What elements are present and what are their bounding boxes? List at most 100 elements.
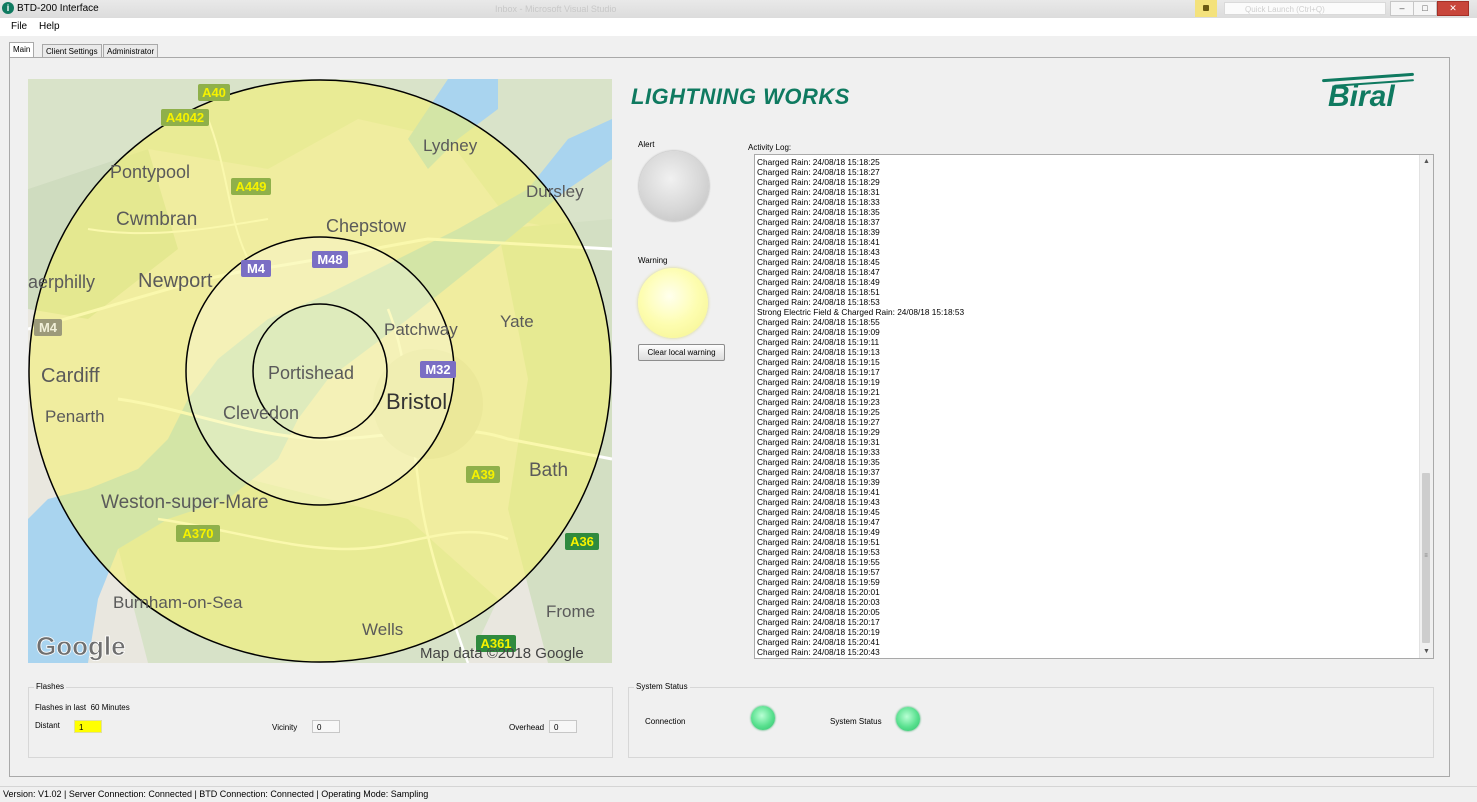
activity-log-line: Charged Rain: 24/08/18 15:19:25 [757,407,880,417]
activity-log-line: Charged Rain: 24/08/18 15:19:11 [757,337,880,347]
map-label-pontypool: Pontypool [110,162,190,182]
connection-indicator [751,706,775,730]
activity-log-line: Charged Rain: 24/08/18 15:19:43 [757,497,880,507]
window-title: BTD-200 Interface [17,3,99,14]
tab-administrator[interactable]: Administrator [103,44,159,58]
biral-logo: Biral [1318,72,1418,116]
flashes-period-label: Flashes in last 60 Minutes [35,703,130,712]
activity-log-line: Charged Rain: 24/08/18 15:19:47 [757,517,880,527]
map-label-m48: M48 [317,252,342,267]
map-label-a370: A370 [182,526,213,541]
map-label-patchway: Patchway [384,320,458,339]
clear-local-warning-button[interactable]: Clear local warning [638,344,725,361]
activity-log-line: Charged Rain: 24/08/18 15:18:47 [757,267,880,277]
activity-log-line: Charged Rain: 24/08/18 15:19:15 [757,357,880,367]
vicinity-label: Vicinity [272,723,298,732]
alert-label: Alert [638,140,655,149]
quick-launch-input[interactable]: Quick Launch (Ctrl+Q) [1224,2,1386,15]
flashes-group-title: Flashes [34,682,67,691]
activity-log-scrollbar[interactable]: ▲ ≡ ▼ [1419,155,1433,658]
activity-log-line: Charged Rain: 24/08/18 15:19:13 [757,347,880,357]
activity-log-line: Charged Rain: 24/08/18 15:20:43 [757,647,880,657]
menu-help[interactable]: Help [39,21,60,32]
system-status-label: System Status [830,717,882,726]
map-label-a39: A39 [471,467,495,482]
activity-log-line: Charged Rain: 24/08/18 15:19:45 [757,507,880,517]
activity-log-line: Charged Rain: 24/08/18 15:18:39 [757,227,880,237]
map-label-a4042: A4042 [166,110,204,125]
activity-log-line: Charged Rain: 24/08/18 15:18:41 [757,237,880,247]
map-label-a449: A449 [235,179,266,194]
map-label-m32: M32 [425,362,450,377]
activity-log-line: Charged Rain: 24/08/18 15:19:49 [757,527,880,537]
activity-log-line: Charged Rain: 24/08/18 15:19:39 [757,477,880,487]
activity-log-line: Charged Rain: 24/08/18 15:20:01 [757,587,880,597]
activity-log-line: Charged Rain: 24/08/18 15:18:53 [757,297,880,307]
activity-log-line: Charged Rain: 24/08/18 15:20:41 [757,637,880,647]
system-status-group-title: System Status [634,682,690,691]
activity-log-line: Charged Rain: 24/08/18 15:18:33 [757,197,880,207]
warning-label: Warning [638,256,668,265]
map-label-clevedon: Clevedon [223,403,299,423]
alert-indicator [639,151,709,221]
scroll-down-icon[interactable]: ▼ [1420,645,1433,658]
maximize-button[interactable]: □ [1413,1,1437,16]
activity-log-line: Charged Rain: 24/08/18 15:20:03 [757,597,880,607]
tab-main[interactable]: Main [9,42,35,58]
map-label-burnham-on-sea: Burnham-on-Sea [113,593,243,612]
activity-log-label: Activity Log: [748,143,792,152]
activity-log-lines: Charged Rain: 24/08/18 15:18:25 Charged R… [757,157,1417,657]
activity-log-line: Charged Rain: 24/08/18 15:18:51 [757,287,880,297]
activity-log-line: Charged Rain: 24/08/18 15:19:19 [757,377,880,387]
tab-client-settings[interactable]: Client Settings [42,44,102,58]
activity-log-line: Charged Rain: 24/08/18 15:18:37 [757,217,880,227]
menu-bar: File Help [0,18,1477,36]
activity-log-line: Charged Rain: 24/08/18 15:18:45 [757,257,880,267]
google-logo: Google [36,631,126,661]
map-label-a40: A40 [202,85,226,100]
warning-indicator [638,268,708,338]
activity-log[interactable]: Charged Rain: 24/08/18 15:18:25 Charged R… [754,154,1434,659]
activity-log-line: Charged Rain: 24/08/18 15:20:17 [757,617,880,627]
lightning-map[interactable]: A40 A4042 A449 M4 M48 M4 M32 A39 A370 A3… [28,79,612,663]
activity-log-line: Charged Rain: 24/08/18 15:18:29 [757,177,880,187]
map-label-penarth: Penarth [45,407,105,426]
activity-log-line: Charged Rain: 24/08/18 15:19:09 [757,327,880,337]
map-label-m4: M4 [247,261,266,276]
activity-log-line: Charged Rain: 24/08/18 15:20:19 [757,627,880,637]
system-status-group: System Status [628,682,1434,758]
map-label-chepstow: Chepstow [326,216,407,236]
notification-flag-icon[interactable] [1195,0,1217,17]
activity-log-line: Charged Rain: 24/08/18 15:18:31 [757,187,880,197]
activity-log-line: Charged Rain: 24/08/18 15:19:41 [757,487,880,497]
map-label-frome: Frome [546,602,595,621]
map-label-yate: Yate [500,312,534,331]
close-button[interactable]: ✕ [1437,1,1469,16]
map-label-wells: Wells [362,620,403,639]
status-bar: Version: V1.02 | Server Connection: Conn… [0,786,1477,802]
flashes-period-value: 60 [90,703,100,712]
activity-log-line: Charged Rain: 24/08/18 15:20:05 [757,607,880,617]
activity-log-line: Charged Rain: 24/08/18 15:19:59 [757,577,880,587]
scroll-up-icon[interactable]: ▲ [1420,155,1433,168]
status-bar-text: Version: V1.02 | Server Connection: Conn… [3,789,429,799]
map-label-cwmbran: Cwmbran [116,209,197,230]
map-label-bristol: Bristol [386,389,447,414]
map-label-portishead: Portishead [268,363,354,383]
map-label-caerphilly: aerphilly [28,272,95,292]
app-icon: i [2,2,14,14]
activity-log-line: Charged Rain: 24/08/18 15:19:51 [757,537,880,547]
activity-log-line: Charged Rain: 24/08/18 15:19:21 [757,387,880,397]
minimize-button[interactable]: – [1390,1,1414,16]
background-window-title: Inbox - Microsoft Visual Studio [495,4,617,14]
lightning-works-title: LIGHTNING WORKS [631,84,850,109]
activity-log-line: Charged Rain: 24/08/18 15:19:31 [757,437,880,447]
system-status-indicator [896,707,920,731]
scroll-thumb[interactable]: ≡ [1422,473,1430,643]
menu-file[interactable]: File [11,21,27,32]
map-canvas: A40 A4042 A449 M4 M48 M4 M32 A39 A370 A3… [28,79,612,663]
activity-log-line: Charged Rain: 24/08/18 15:19:37 [757,467,880,477]
overhead-label: Overhead [509,723,545,732]
map-label-dursley: Dursley [526,182,584,201]
activity-log-line: Charged Rain: 24/08/18 15:18:43 [757,247,880,257]
